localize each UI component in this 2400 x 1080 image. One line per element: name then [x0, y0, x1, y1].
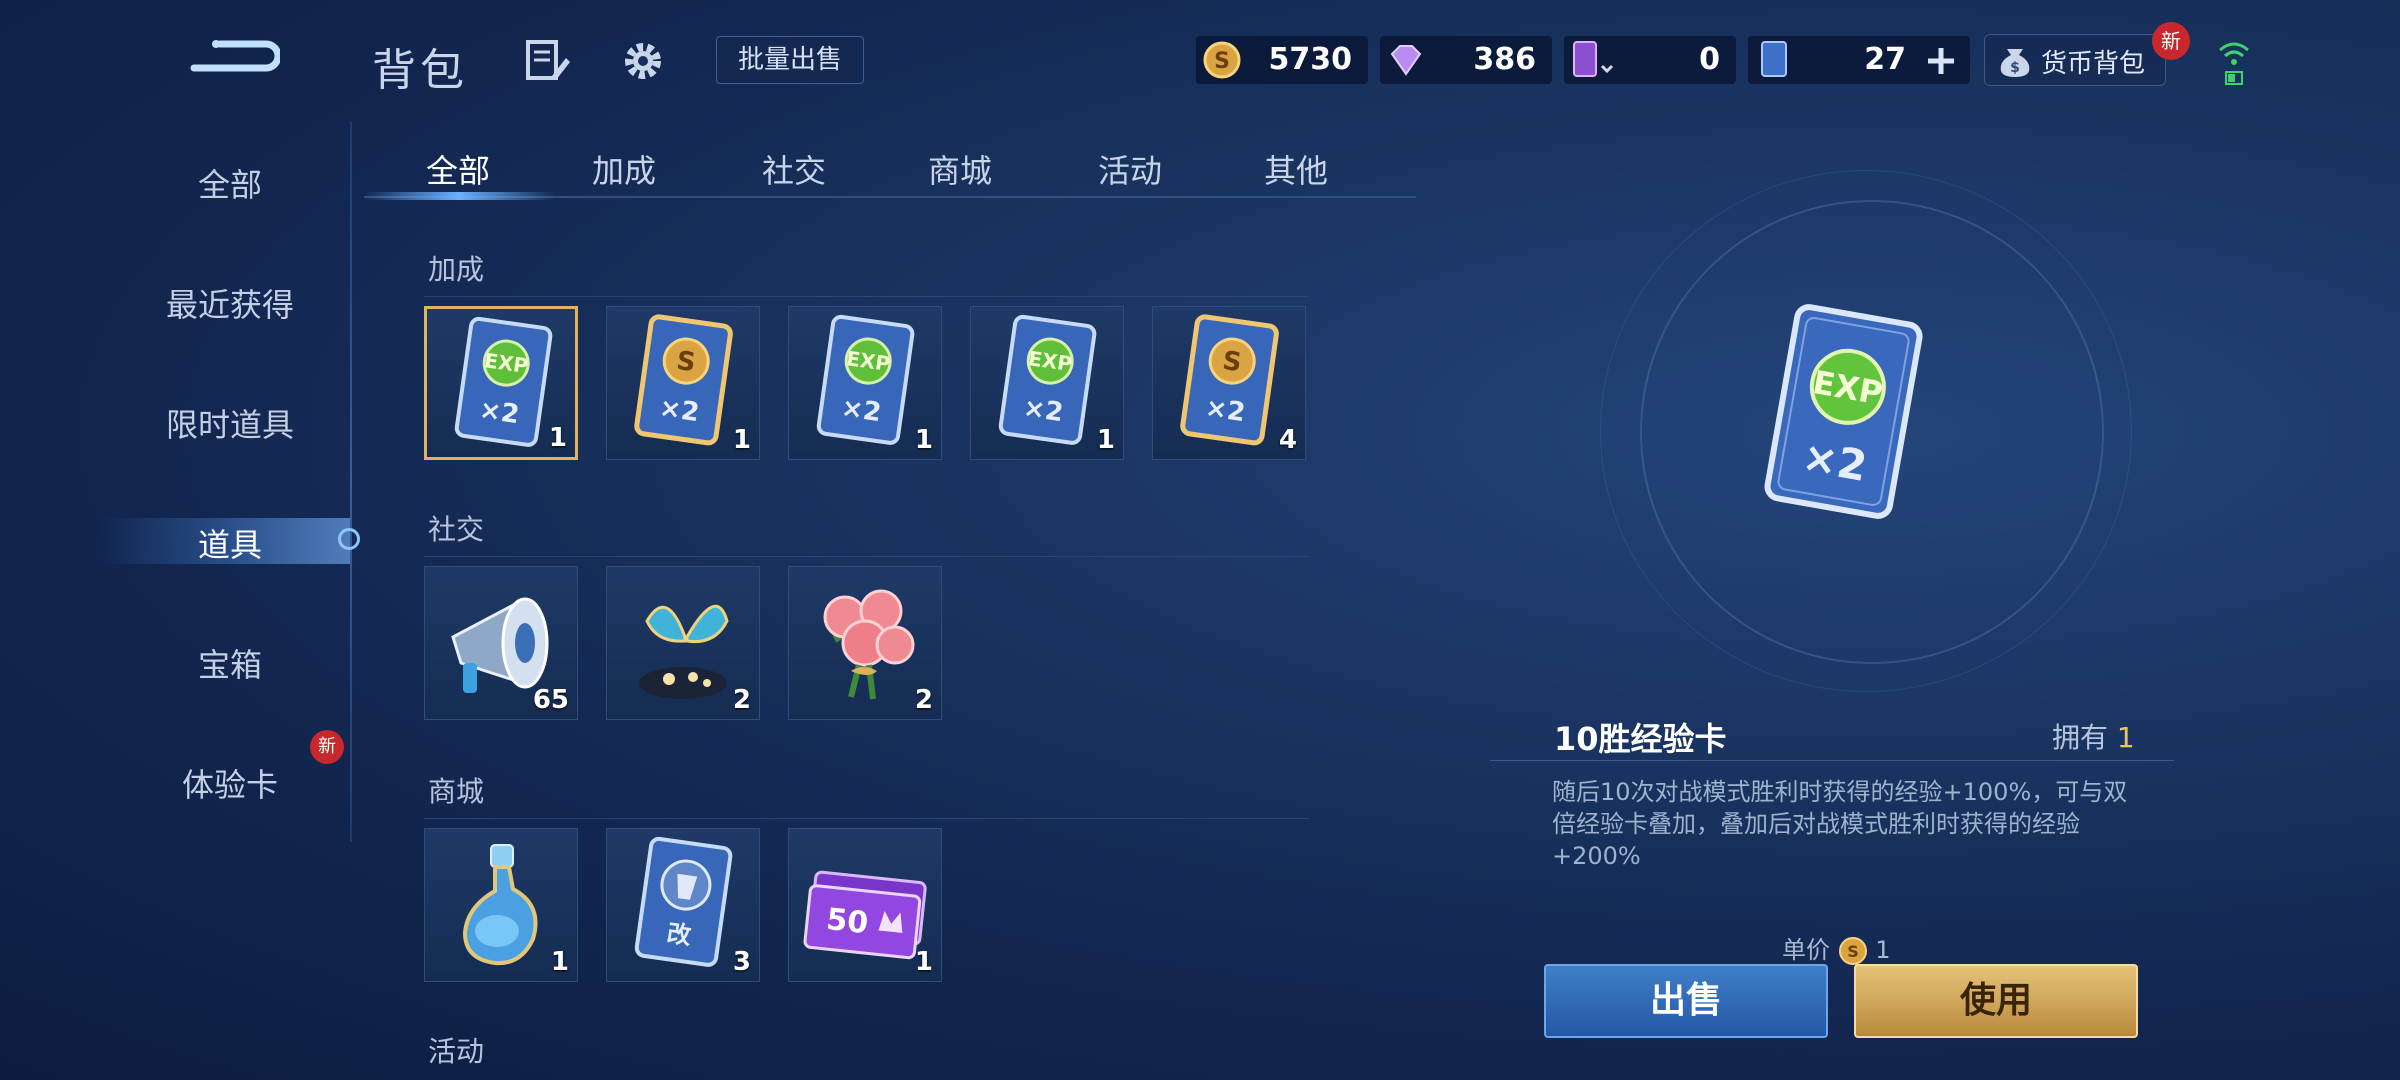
back-button[interactable] — [180, 30, 282, 82]
item-count: 1 — [914, 947, 933, 977]
svg-text:S: S — [1847, 942, 1859, 961]
item-count: 2 — [914, 685, 933, 715]
owned-value: 1 — [2116, 721, 2135, 754]
page-title: 背包 — [372, 45, 468, 96]
svg-text:×2: ×2 — [1203, 393, 1247, 428]
batch-sell-button[interactable]: 批量出售 — [716, 36, 864, 84]
item-50-ticket[interactable]: 50 1 — [788, 828, 942, 982]
exp-card-icon: EXP ×2 — [1764, 304, 1923, 519]
tab-all[interactable]: 全部 — [426, 146, 490, 192]
card-amount: 27 — [1864, 42, 1906, 77]
item-count: 1 — [548, 423, 567, 453]
item-count: 2 — [732, 685, 751, 715]
section-title-social: 社交 — [428, 513, 485, 546]
sidebar-item-limited[interactable]: 限时道具 — [100, 400, 360, 446]
plus-icon[interactable] — [1924, 44, 1958, 78]
gear-icon[interactable] — [618, 36, 668, 86]
gold-coin-icon: S — [1203, 41, 1241, 79]
item-count: 3 — [732, 947, 751, 977]
sidebar-item-chest[interactable]: 宝箱 — [100, 640, 360, 686]
svg-text:$: $ — [2010, 60, 2020, 76]
card-icon — [1761, 41, 1787, 77]
back-arrow-icon — [190, 40, 282, 72]
svg-text:×2: ×2 — [477, 395, 521, 430]
item-gold-card[interactable]: S ×2 4 — [1152, 306, 1306, 460]
currency-wallet-button[interactable]: $ 货币背包 — [1984, 34, 2166, 86]
svg-text:改: 改 — [665, 919, 693, 950]
item-butterfly-gift[interactable]: 2 — [606, 566, 760, 720]
detail-divider — [1490, 760, 2174, 761]
sidebar-item-all[interactable]: 全部 — [100, 160, 360, 206]
item-count: 1 — [550, 947, 569, 977]
item-description: 随后10次对战模式胜利时获得的经验+100%，可与双倍经验卡叠加，叠加后对战模式… — [1552, 778, 2128, 870]
section-divider — [424, 818, 1309, 819]
section-divider — [424, 296, 1309, 297]
sidebar-item-trial-card[interactable]: 体验卡 — [100, 760, 360, 806]
diamond-amount: 386 — [1473, 42, 1536, 77]
gold-currency: S 5730 — [1196, 36, 1368, 84]
item-count: 1 — [914, 425, 933, 455]
section-title-mall: 商城 — [428, 775, 485, 808]
owned-count: 拥有 1 — [2052, 716, 2135, 756]
tab-mall[interactable]: 商城 — [928, 146, 992, 192]
section-title-activity: 活动 — [428, 1035, 485, 1068]
sidebar-item-props[interactable]: 道具 — [100, 520, 360, 566]
item-count: 1 — [732, 425, 751, 455]
item-count: 4 — [1278, 425, 1297, 455]
sidebar-item-recent[interactable]: 最近获得 — [100, 280, 360, 326]
item-rose-bouquet[interactable]: 2 — [788, 566, 942, 720]
tab-social[interactable]: 社交 — [762, 146, 826, 192]
sell-button[interactable]: 出售 — [1544, 964, 1828, 1038]
currency-wallet-label: 货币背包 — [2041, 49, 2146, 79]
svg-text:50: 50 — [825, 902, 870, 941]
gold-amount: 5730 — [1268, 42, 1353, 77]
gold-coin-icon: S — [1838, 937, 1867, 965]
use-button[interactable]: 使用 — [1854, 964, 2138, 1038]
item-rename-card[interactable]: 改 3 — [606, 828, 760, 982]
edit-icon[interactable] — [522, 36, 572, 86]
diamond-icon — [1390, 45, 1422, 76]
unit-price-label: 单价 — [1782, 936, 1830, 964]
item-count: 1 — [1096, 425, 1115, 455]
new-badge: 新 — [310, 730, 344, 764]
owned-label: 拥有 — [2052, 721, 2109, 754]
tab-active-underline — [364, 192, 554, 200]
item-exp-card[interactable]: EXP ×2 1 — [424, 306, 578, 460]
item-gold-card[interactable]: S ×2 1 — [606, 306, 760, 460]
item-potion[interactable]: 1 — [424, 828, 578, 982]
selected-item-preview: EXP ×2 — [1730, 300, 1950, 540]
money-bag-icon: $ — [2000, 49, 2030, 77]
ticket-amount: 0 — [1699, 42, 1720, 77]
svg-text:S: S — [1214, 49, 1230, 74]
sidebar-divider — [350, 122, 352, 842]
ticket-icon — [1573, 41, 1614, 77]
item-exp-card[interactable]: EXP ×2 1 — [970, 306, 1124, 460]
item-megaphone[interactable]: 65 — [424, 566, 578, 720]
tab-bonus[interactable]: 加成 — [592, 146, 656, 192]
new-badge: 新 — [2152, 22, 2190, 60]
section-divider — [424, 556, 1309, 557]
tab-other[interactable]: 其他 — [1264, 146, 1328, 192]
svg-text:×2: ×2 — [1021, 393, 1065, 428]
unit-price-value: 1 — [1875, 936, 1891, 964]
diamond-currency: 386 — [1380, 36, 1552, 84]
item-count: 65 — [532, 685, 569, 715]
item-exp-card[interactable]: EXP ×2 1 — [788, 306, 942, 460]
ticket-currency[interactable]: 0 — [1564, 36, 1736, 84]
card-currency: 27 — [1748, 36, 1970, 84]
wifi-battery-icon — [2216, 36, 2252, 88]
item-name: 10胜经验卡 — [1554, 720, 1727, 758]
unit-price: 单价 S 1 — [1782, 930, 1891, 966]
tab-activity[interactable]: 活动 — [1098, 146, 1162, 192]
section-title-bonus: 加成 — [428, 253, 485, 286]
svg-text:×2: ×2 — [657, 393, 701, 428]
svg-text:×2: ×2 — [839, 393, 883, 428]
